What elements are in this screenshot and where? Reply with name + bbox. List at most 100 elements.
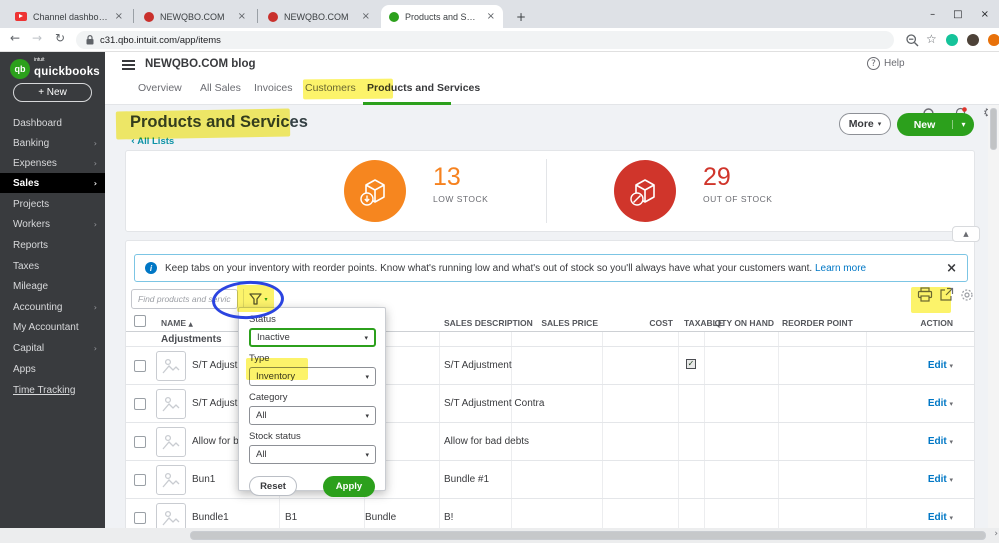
- back-icon[interactable]: ←: [10, 31, 20, 45]
- sidebar-item-sales[interactable]: Sales ›: [0, 173, 105, 193]
- edit-action[interactable]: Edit ▾: [883, 360, 953, 371]
- out-of-stock-stat[interactable]: 29 OUT OF STOCK: [703, 163, 772, 204]
- sidebar-item-banking[interactable]: Banking ›: [0, 133, 105, 153]
- row-checkbox[interactable]: [134, 360, 146, 372]
- horizontal-scrollbar-thumb[interactable]: [190, 531, 986, 540]
- low-stock-stat[interactable]: 13 LOW STOCK: [433, 163, 488, 204]
- sidebar-item-reports[interactable]: Reports: [0, 235, 105, 255]
- stats-divider: [546, 159, 547, 223]
- collapse-panel-button[interactable]: ▲: [952, 226, 980, 242]
- row-checkbox[interactable]: [134, 436, 146, 448]
- forward-icon[interactable]: →: [32, 31, 42, 45]
- new-tab-button[interactable]: +: [508, 5, 534, 28]
- bookmark-star-icon[interactable]: ☆: [926, 32, 937, 46]
- browser-tab-newqbo-2[interactable]: NEWQBO.COM ×: [260, 5, 378, 28]
- select-all-checkbox[interactable]: [134, 315, 146, 327]
- extension-icon[interactable]: [946, 34, 958, 46]
- out-of-stock-label: OUT OF STOCK: [703, 194, 773, 204]
- minimize-icon[interactable]: –: [930, 9, 935, 20]
- stock-status-select[interactable]: All ▾: [249, 445, 376, 464]
- horizontal-scrollbar[interactable]: ›: [0, 528, 999, 543]
- edit-action[interactable]: Edit ▾: [883, 474, 953, 485]
- new-button-dropdown-icon[interactable]: ▾: [952, 120, 974, 129]
- address-bar[interactable]: c31.qbo.intuit.com/app/items: [76, 31, 894, 49]
- vertical-scrollbar-thumb[interactable]: [990, 108, 997, 150]
- table-settings-gear-icon[interactable]: [960, 288, 974, 302]
- row-checkbox[interactable]: [134, 512, 146, 524]
- close-tab-icon[interactable]: ×: [115, 11, 123, 22]
- sidebar-item-taxes[interactable]: Taxes: [0, 256, 105, 276]
- apply-button[interactable]: Apply: [323, 476, 375, 497]
- browser-tab-youtube[interactable]: Channel dashboard - YouTube S ×: [7, 5, 131, 28]
- tab-invoices[interactable]: Invoices: [254, 82, 293, 94]
- sidebar-item-my-accountant[interactable]: My Accountant: [0, 317, 105, 337]
- sidebar-item-expenses[interactable]: Expenses ›: [0, 153, 105, 173]
- sidebar-item-capital[interactable]: Capital ›: [0, 338, 105, 358]
- close-tab-icon[interactable]: ×: [238, 11, 246, 22]
- quickbooks-logo[interactable]: qb intuit quickbooks: [10, 58, 100, 79]
- zoom-out-icon[interactable]: [906, 34, 919, 47]
- row-checkbox[interactable]: [134, 398, 146, 410]
- info-icon: i: [145, 262, 157, 274]
- cell-description: S/T Adjustment Contra: [444, 398, 545, 409]
- profile-avatar[interactable]: [967, 34, 979, 46]
- sidebar-item-dashboard[interactable]: Dashboard: [0, 113, 105, 133]
- sidebar-item-accounting[interactable]: Accounting ›: [0, 297, 105, 317]
- chevron-down-icon: ▾: [364, 333, 368, 342]
- banner-close-icon[interactable]: ×: [946, 261, 957, 276]
- taxable-checkbox[interactable]: ✓: [686, 358, 696, 369]
- reload-icon[interactable]: ↻: [55, 31, 65, 45]
- close-window-icon[interactable]: ×: [981, 9, 989, 20]
- help-icon: ?: [867, 57, 880, 70]
- help-button[interactable]: ? Help: [867, 57, 905, 70]
- sidebar-new-button[interactable]: + New: [13, 83, 92, 102]
- chevron-up-icon: ▲: [963, 230, 969, 238]
- qb-sidebar: qb intuit quickbooks + New Dashboard Ban…: [0, 52, 105, 528]
- maximize-icon[interactable]: □: [953, 9, 962, 20]
- url-text: c31.qbo.intuit.com/app/items: [100, 34, 221, 46]
- highlight-print-export: [911, 287, 951, 313]
- new-button[interactable]: New ▾: [897, 113, 974, 136]
- col-name[interactable]: NAME ▲: [161, 318, 193, 328]
- sidebar-item-time-tracking[interactable]: Time Tracking: [0, 380, 105, 400]
- sidebar-item-apps[interactable]: Apps: [0, 359, 105, 379]
- tab-overview[interactable]: Overview: [138, 82, 182, 94]
- tab-all-sales[interactable]: All Sales: [200, 82, 241, 94]
- quickbooks-label: quickbooks: [34, 66, 100, 78]
- status-select[interactable]: Inactive ▾: [249, 328, 376, 347]
- quickbooks-logo-icon: qb: [10, 58, 30, 79]
- browser-tabstrip: Channel dashboard - YouTube S × NEWQBO.C…: [0, 0, 999, 28]
- sidebar-item-mileage[interactable]: Mileage: [0, 276, 105, 296]
- edit-action[interactable]: Edit ▾: [883, 436, 953, 447]
- group-label: Adjustments: [161, 334, 222, 345]
- learn-more-link[interactable]: Learn more: [815, 263, 866, 274]
- row-checkbox[interactable]: [134, 474, 146, 486]
- more-button[interactable]: More ▾: [839, 113, 891, 135]
- col-sales-price[interactable]: SALES PRICE: [516, 318, 598, 328]
- chevron-down-icon: ▾: [949, 400, 953, 408]
- chevron-down-icon: ▾: [949, 514, 953, 522]
- sidebar-item-workers[interactable]: Workers ›: [0, 214, 105, 234]
- col-action[interactable]: ACTION: [883, 318, 953, 328]
- chevron-right-icon: ›: [93, 178, 97, 188]
- vertical-scrollbar[interactable]: [988, 105, 999, 528]
- extension-icon-2[interactable]: [988, 34, 999, 46]
- hamburger-menu-icon[interactable]: [122, 60, 135, 70]
- close-tab-icon[interactable]: ×: [362, 11, 370, 22]
- scroll-right-arrow-icon[interactable]: ›: [994, 529, 998, 539]
- col-reorder-point[interactable]: REORDER POINT: [782, 318, 853, 328]
- category-label: Category: [249, 392, 288, 403]
- col-qty-on-hand[interactable]: QTY ON HAND: [706, 318, 774, 328]
- close-tab-icon[interactable]: ×: [487, 11, 495, 22]
- chevron-right-icon: ›: [93, 219, 97, 229]
- col-cost[interactable]: COST: [606, 318, 673, 328]
- site-favicon: [268, 11, 278, 22]
- reset-button[interactable]: Reset: [249, 476, 297, 496]
- edit-action[interactable]: Edit ▾: [883, 512, 953, 523]
- browser-tab-newqbo-1[interactable]: NEWQBO.COM ×: [136, 5, 254, 28]
- sidebar-item-projects[interactable]: Projects: [0, 194, 105, 214]
- out-of-stock-icon: [614, 160, 676, 222]
- category-select[interactable]: All ▾: [249, 406, 376, 425]
- edit-action[interactable]: Edit ▾: [883, 398, 953, 409]
- browser-tab-products-services[interactable]: Products and Services ×: [381, 5, 503, 28]
